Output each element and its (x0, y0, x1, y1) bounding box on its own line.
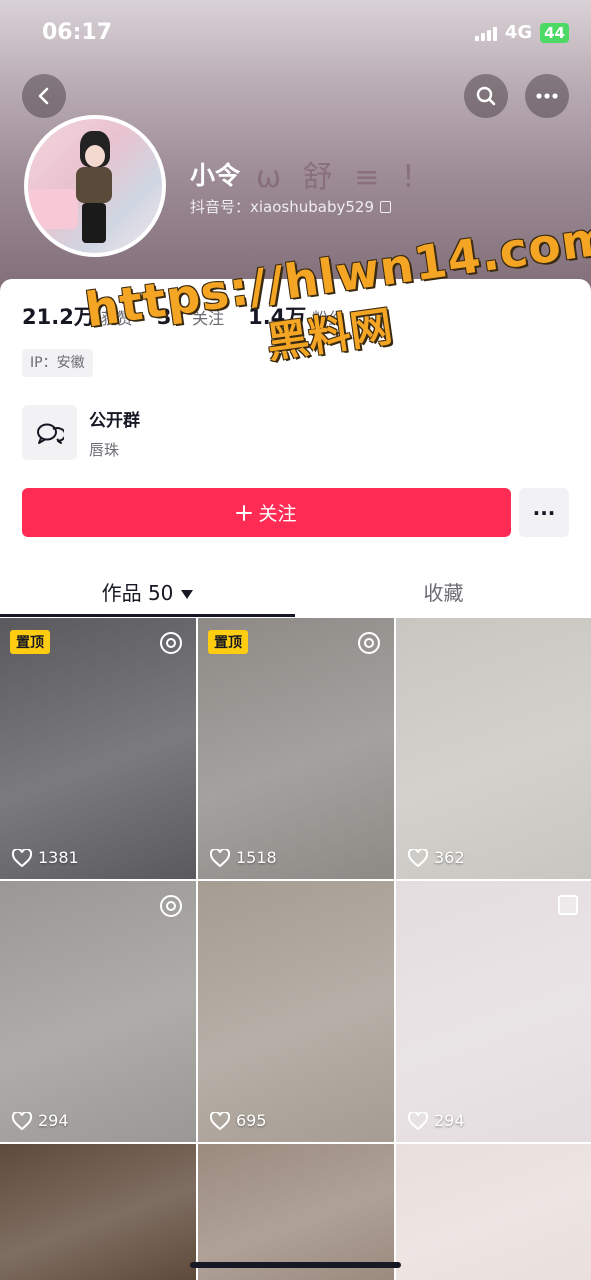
search-button[interactable] (464, 74, 508, 118)
stat-likes-num: 21.2万 (22, 305, 95, 329)
tile-likes-count: 294 (38, 1111, 69, 1130)
tile-likes-count: 362 (434, 848, 465, 867)
tile-likes-count: 294 (434, 1111, 465, 1130)
tile-likes: 1518 (210, 848, 277, 867)
nickname: 小令 (190, 161, 241, 190)
more-dots-icon (536, 93, 558, 99)
group-subtitle: 唇珠 (89, 440, 120, 459)
live-photo-icon (160, 895, 182, 917)
tile-likes: 695 (210, 1111, 267, 1130)
tab-works-label: 作品 50 (101, 581, 174, 605)
video-tile[interactable] (198, 1144, 394, 1280)
content-tabs: 作品 50 收藏 (0, 567, 591, 617)
network-label: 4G (504, 22, 533, 43)
signal-icon (474, 25, 497, 41)
pinned-badge: 置顶 (208, 630, 248, 654)
home-indicator (190, 1262, 401, 1268)
heart-icon (408, 848, 428, 867)
copy-icon[interactable] (380, 200, 391, 213)
multi-image-icon (558, 895, 578, 915)
live-photo-icon (358, 632, 380, 654)
more-options-button[interactable] (525, 74, 569, 118)
pinned-badge: 置顶 (10, 630, 50, 654)
live-photo-icon (160, 632, 182, 654)
search-icon (476, 86, 496, 106)
chevron-left-icon (38, 87, 49, 105)
group-title: 公开群 (89, 410, 140, 431)
heart-icon (12, 1111, 32, 1130)
ip-location-tag: IP：安徽 (22, 349, 93, 377)
banner-decoration: ω 舒 ≡ ！ (256, 160, 437, 195)
tile-likes-count: 1518 (236, 848, 277, 867)
video-tile[interactable]: 362 (396, 618, 591, 879)
video-tile[interactable] (0, 1144, 196, 1280)
video-tile[interactable] (396, 1144, 591, 1280)
tile-likes: 362 (408, 848, 465, 867)
heart-icon (12, 848, 32, 867)
tile-likes: 1381 (12, 848, 79, 867)
follow-label: 关注 (258, 503, 297, 525)
video-tile[interactable]: 695 (198, 881, 394, 1142)
video-tile[interactable]: 294 (0, 881, 196, 1142)
tile-likes: 294 (12, 1111, 69, 1130)
douyin-id-text: 抖音号：xiaoshubaby529 (190, 198, 374, 216)
heart-icon (210, 1111, 230, 1130)
video-tile[interactable]: 置顶 1518 (198, 618, 394, 879)
status-bar: 06:17 4G 44 (0, 0, 591, 64)
tab-favorites[interactable]: 收藏 (296, 577, 591, 606)
heart-icon (210, 848, 230, 867)
video-tile[interactable]: 置顶 1381 (0, 618, 196, 879)
tile-likes-count: 1381 (38, 848, 79, 867)
battery-icon: 44 (540, 22, 569, 43)
status-indicators: 4G 44 (474, 22, 569, 43)
status-time: 06:17 (42, 20, 113, 45)
tile-likes-count: 695 (236, 1111, 267, 1130)
heart-icon (408, 1111, 428, 1130)
douyin-id[interactable]: 抖音号：xiaoshubaby529 (190, 196, 391, 217)
tab-works[interactable]: 作品 50 (0, 577, 295, 606)
tab-underline (0, 614, 295, 617)
public-group[interactable]: 公开群 唇珠 (22, 405, 140, 460)
avatar[interactable] (24, 115, 166, 257)
caret-down-icon (181, 590, 194, 599)
follow-button[interactable]: 关注 (22, 488, 511, 537)
tile-likes: 294 (408, 1111, 465, 1130)
video-tile[interactable]: 294 (396, 881, 591, 1142)
follow-more-button[interactable]: ··· (519, 488, 569, 537)
chat-bubble-icon (22, 405, 77, 460)
back-button[interactable] (22, 74, 66, 118)
plus-icon (236, 504, 253, 521)
